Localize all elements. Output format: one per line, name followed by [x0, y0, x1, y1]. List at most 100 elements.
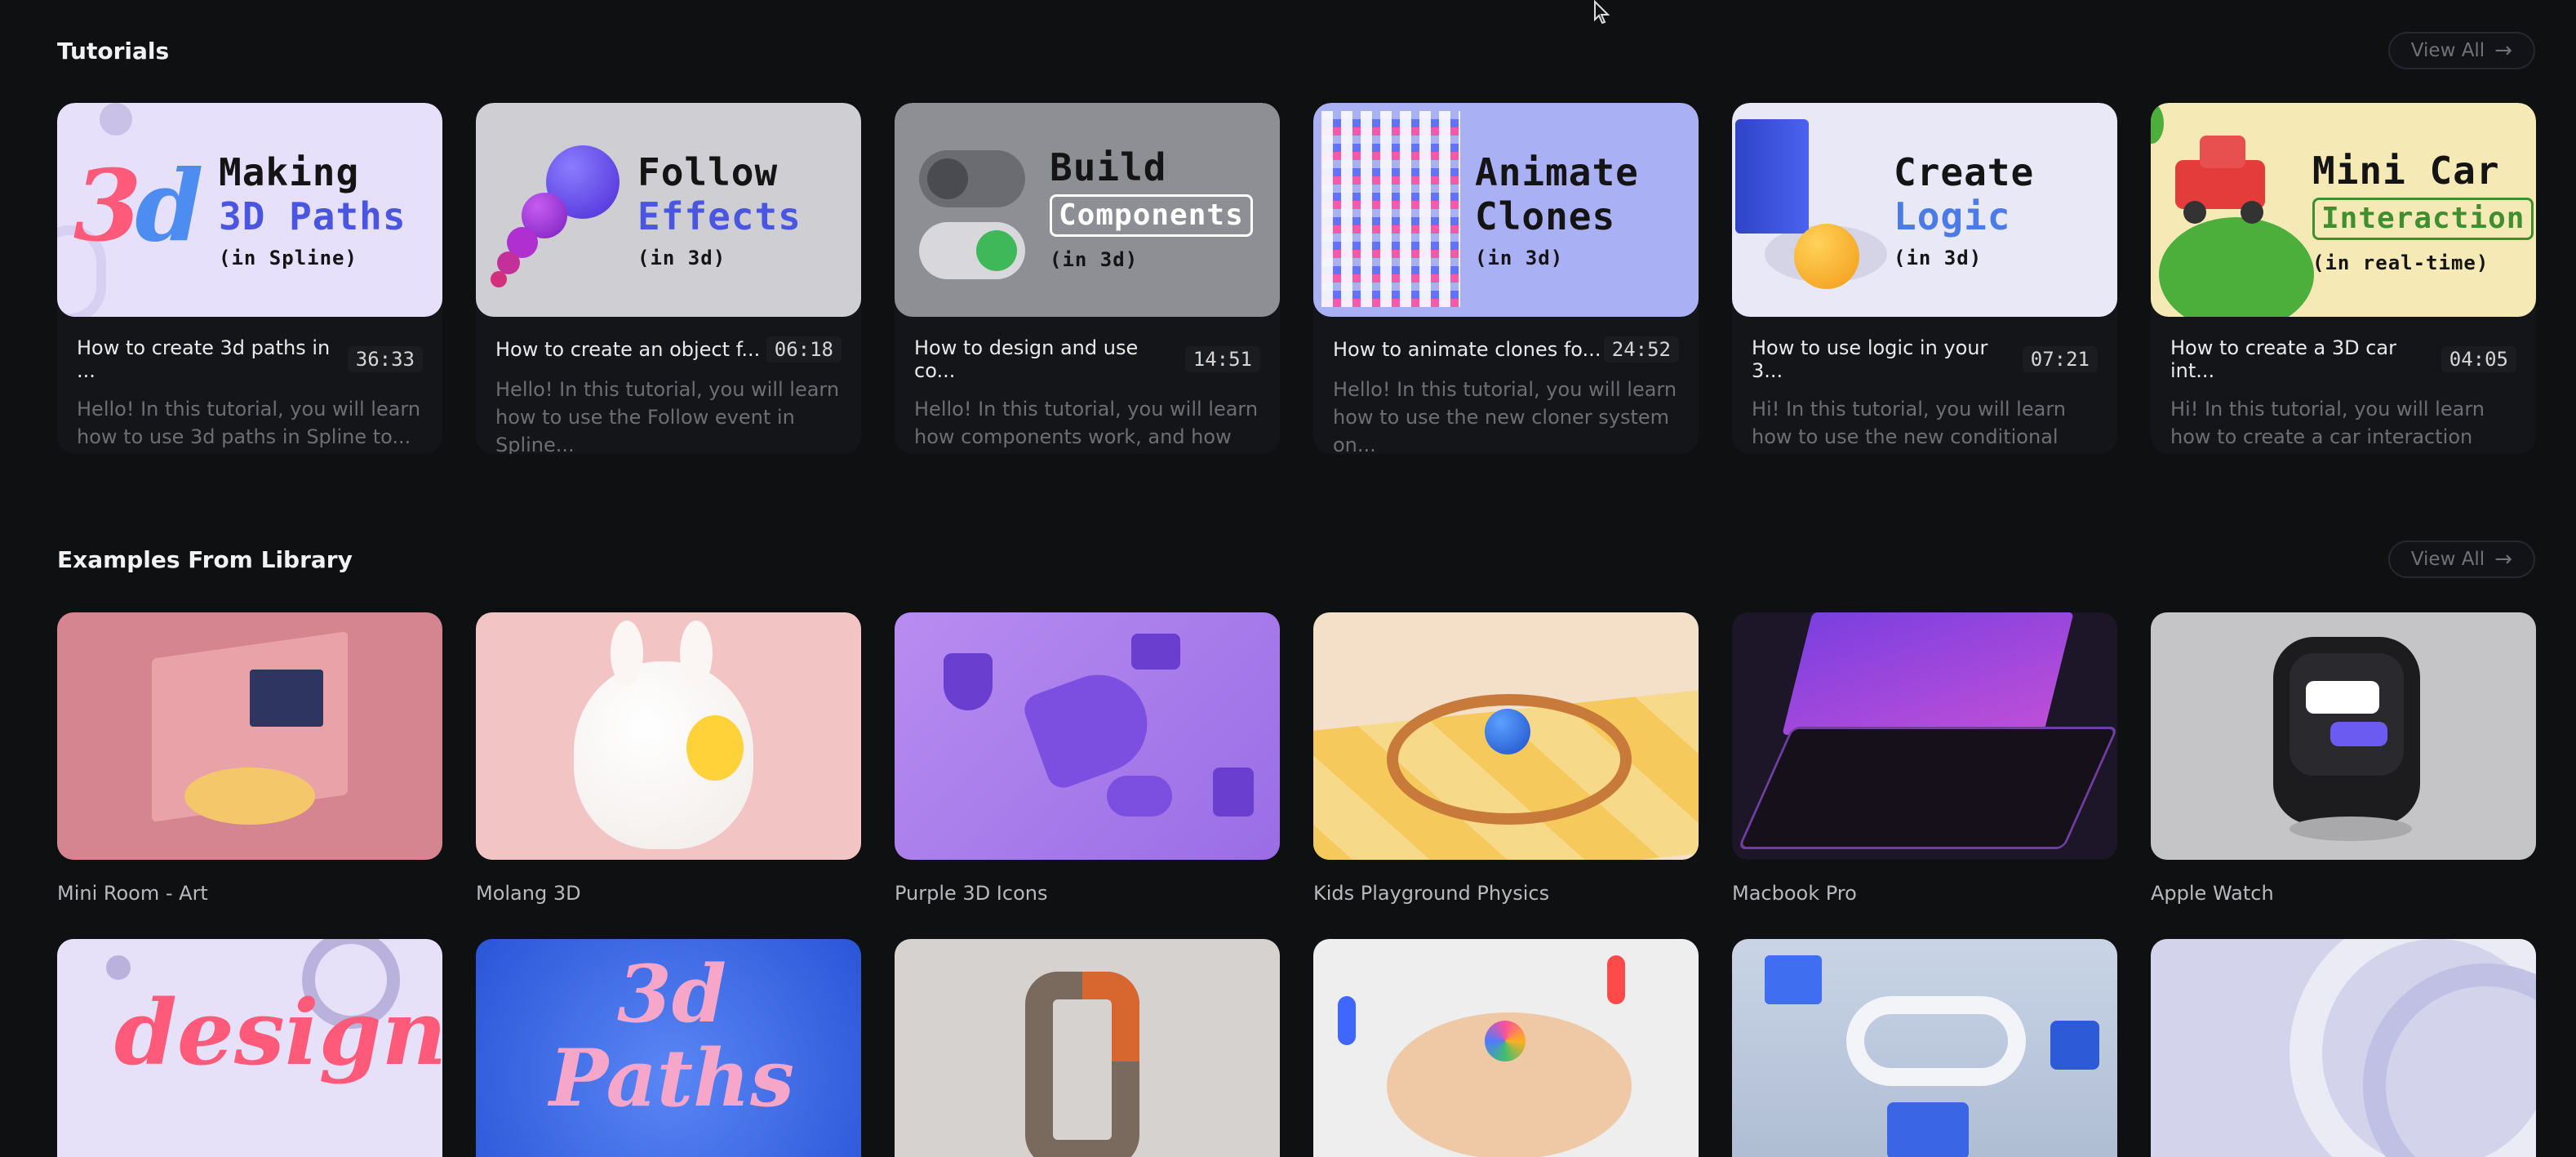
- thumb-line3: (in 3d): [1894, 247, 1983, 269]
- library-card[interactable]: Molang 3D: [476, 612, 861, 905]
- 3d-art-icon: 3d: [73, 149, 203, 264]
- tutorial-description: Hello! In this tutorial, you will learn …: [495, 378, 840, 454]
- tutorial-thumbnail: Build Components (in 3d): [895, 103, 1280, 317]
- tutorial-duration: 24:52: [1603, 336, 1679, 363]
- tutorial-description: Hello! In this tutorial, you will learn …: [1333, 378, 1677, 454]
- library-thumbnail: [895, 939, 1280, 1157]
- tutorial-duration: 07:21: [2022, 346, 2098, 372]
- sphere-chain-icon: [476, 103, 639, 317]
- megaphone-icon: [1019, 661, 1161, 793]
- library-item-name: Apple Watch: [2151, 882, 2274, 905]
- thumb-line1: Follow: [637, 150, 779, 194]
- gamepad-icon: [1107, 776, 1172, 817]
- tutorial-title: How to animate clones fo...: [1333, 338, 1601, 361]
- tutorial-description: Hi! In this tutorial, you will learn how…: [1752, 398, 2066, 454]
- calculator-icon: [1213, 768, 1254, 817]
- toggle-switch-icon: [919, 222, 1025, 279]
- tutorial-duration: 06:18: [766, 336, 842, 363]
- library-thumbnail: [57, 612, 442, 860]
- ball-icon: [1485, 709, 1530, 754]
- library-item-name: Kids Playground Physics: [1313, 882, 1550, 905]
- thumb-line1: Making: [219, 150, 360, 194]
- tutorial-title: How to create an object f...: [495, 338, 761, 361]
- tutorial-description: Hello! In this tutorial, you will learn …: [914, 398, 1259, 454]
- tutorial-title: How to design and use co...: [914, 336, 1139, 382]
- library-card[interactable]: Apple Watch: [2151, 612, 2536, 905]
- library-card[interactable]: design: [57, 939, 442, 1157]
- view-all-label: View All: [2410, 549, 2485, 570]
- library-card[interactable]: [1732, 939, 2117, 1157]
- tutorial-description: Hi! In this tutorial, you will learn how…: [2170, 398, 2485, 454]
- library-thumbnail: design: [57, 939, 442, 1157]
- library-item-name: Molang 3D: [476, 882, 581, 905]
- library-card[interactable]: [895, 939, 1280, 1157]
- library-card[interactable]: [1313, 939, 1699, 1157]
- thumb-line1: Build: [1050, 145, 1167, 189]
- toy-car-icon: [2151, 103, 2314, 317]
- tutorial-title: How to create a 3D car int...: [2170, 336, 2397, 382]
- thumb-line2: Logic: [1894, 194, 2011, 238]
- thumb-line2: Clones: [1475, 194, 1616, 238]
- tutorials-header: Tutorials View All →: [57, 30, 2535, 71]
- library-card[interactable]: Purple 3D Icons: [895, 612, 1280, 905]
- tutorial-duration: 14:51: [1184, 346, 1260, 372]
- library-thumbnail: 3d Paths: [476, 939, 861, 1157]
- library-thumbnail: [1313, 612, 1699, 860]
- tutorial-thumbnail: Mini Car Interaction (in real-time): [2151, 103, 2536, 317]
- watch-screen: [2290, 653, 2404, 776]
- tutorial-thumbnail: Follow Effects (in 3d): [476, 103, 861, 317]
- thumb-line3: (in 3d): [1050, 248, 1139, 271]
- library-card[interactable]: Kids Playground Physics: [1313, 612, 1699, 905]
- library-thumbnail: [476, 612, 861, 860]
- thumb-line3: (in 3d): [637, 247, 726, 269]
- library-card[interactable]: [2151, 939, 2536, 1157]
- chick-character: [686, 715, 744, 781]
- thumb-line2: Effects: [637, 194, 802, 238]
- tutorial-thumbnail: Animate Clones (in 3d): [1313, 103, 1699, 317]
- library-card[interactable]: Macbook Pro: [1732, 612, 2117, 905]
- tutorial-title: How to create 3d paths in ...: [77, 336, 331, 382]
- room-illustration: [135, 629, 364, 849]
- tutorials-title: Tutorials: [57, 37, 170, 65]
- library-row: design 3d Paths: [57, 939, 2536, 1157]
- tutorials-row: 3d Making 3D Paths (in Spline) How to cr…: [57, 103, 2536, 454]
- library-card[interactable]: 3d Paths: [476, 939, 861, 1157]
- tutorial-card[interactable]: Animate Clones (in 3d) How to animate cl…: [1313, 103, 1699, 454]
- thumb-line3: (in real-time): [2312, 251, 2489, 274]
- arrow-right-icon: →: [2494, 38, 2512, 63]
- thumb-line2: Components: [1050, 194, 1253, 237]
- tutorial-title: How to use logic in your 3...: [1752, 336, 1988, 382]
- tutorial-card[interactable]: Mini Car Interaction (in real-time) How …: [2151, 103, 2536, 454]
- library-item-name: Purple 3D Icons: [895, 882, 1048, 905]
- tutorial-card[interactable]: Build Components (in 3d) How to design a…: [895, 103, 1280, 454]
- clone-grid-icon: [1321, 111, 1460, 307]
- library-row: Mini Room - Art Molang 3D Purple 3D Icon…: [57, 612, 2536, 905]
- library-thumbnail: [1732, 612, 2117, 860]
- thumb-line3: (in 3d): [1475, 247, 1564, 269]
- thumb-line2: 3D Paths: [219, 194, 406, 238]
- tutorial-duration: 36:33: [347, 346, 423, 372]
- tutorial-description: Hello! In this tutorial, you will learn …: [77, 398, 421, 448]
- library-thumbnail: [2151, 939, 2536, 1157]
- laptop-screen: [1782, 612, 2074, 735]
- tutorial-card[interactable]: 3d Making 3D Paths (in Spline) How to cr…: [57, 103, 442, 454]
- 3d-paths-lettering: 3d Paths: [549, 948, 794, 1124]
- design-lettering: design: [114, 980, 442, 1085]
- view-all-label: View All: [2410, 40, 2485, 61]
- tutorial-thumbnail: Create Logic (in 3d): [1732, 103, 2117, 317]
- library-header: Examples From Library View All →: [57, 539, 2535, 580]
- tutorial-card[interactable]: Follow Effects (in 3d) How to create an …: [476, 103, 861, 454]
- library-thumbnail: [1313, 939, 1699, 1157]
- tutorial-card[interactable]: Create Logic (in 3d) How to use logic in…: [1732, 103, 2117, 454]
- library-item-name: Macbook Pro: [1732, 882, 1857, 905]
- camera-icon: [1131, 634, 1180, 670]
- tutorials-view-all-button[interactable]: View All →: [2387, 32, 2535, 69]
- arrow-right-icon: →: [2494, 547, 2512, 572]
- thumb-line1: Create: [1894, 150, 2035, 194]
- library-card[interactable]: Mini Room - Art: [57, 612, 442, 905]
- library-title: Examples From Library: [57, 545, 353, 573]
- thumb-line3: (in Spline): [219, 247, 358, 269]
- cube-sphere-icon: [1732, 103, 1895, 317]
- library-view-all-button[interactable]: View All →: [2387, 541, 2535, 578]
- thumb-line2: Interaction: [2312, 198, 2534, 240]
